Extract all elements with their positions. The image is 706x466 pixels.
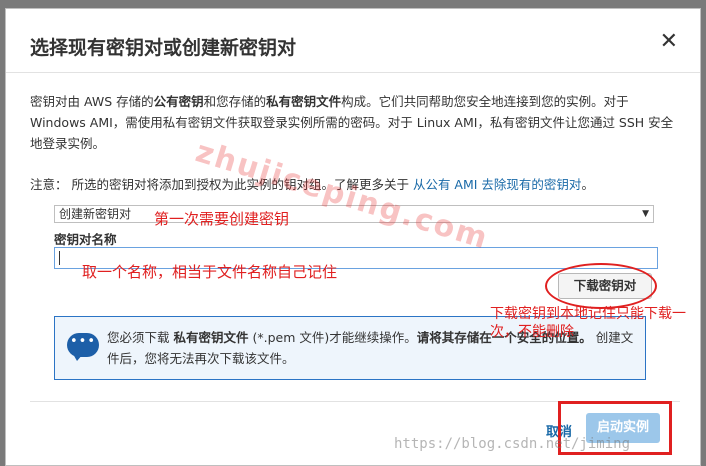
dialog-title: 选择现有密钥对或创建新密钥对 (30, 37, 297, 59)
intro-paragraph: 密钥对由 AWS 存储的公有密钥和您存储的私有密钥文件构成。它们共同帮助您安全地… (30, 91, 680, 154)
dialog-header: 选择现有密钥对或创建新密钥对 ✕ (6, 9, 700, 73)
close-icon[interactable]: ✕ (660, 31, 678, 53)
intro-bold-public-key: 公有密钥 (153, 94, 204, 109)
intro-text-1: 密钥对由 AWS 存储的 (30, 94, 154, 109)
remove-key-pair-link[interactable]: 从公有 AMI 去除现有的密钥对 (413, 177, 581, 192)
info-bold-private-key: 私有密钥文件 (173, 330, 249, 345)
annotation-select: 第一次需要创建密钥 (154, 210, 290, 228)
dropdown-arrow-icon: ▼ (642, 209, 649, 219)
annotation-name: 取一个名称，相当于文件名称自己记住 (82, 263, 338, 281)
download-highlight-circle (545, 263, 657, 309)
text-caret (59, 251, 60, 265)
chat-bubble-icon: ••• (67, 333, 99, 357)
key-pair-name-label: 密钥对名称 (54, 232, 117, 247)
key-pair-dialog: 选择现有密钥对或创建新密钥对 ✕ 密钥对由 AWS 存储的公有密钥和您存储的私有… (5, 8, 701, 466)
info-text-1: 您必须下载 (107, 330, 174, 345)
info-text-2: (*.pem 文件)才能继续操作。 (248, 330, 417, 345)
annotation-download: 下载密钥到本地记住只能下载一次，不能删除 (490, 306, 686, 340)
note-end: 。 (581, 177, 594, 192)
intro-text-2: 和您存储的 (203, 94, 267, 109)
blog-watermark: https://blog.csdn.net/jiming (394, 436, 631, 452)
chat-bubble-tail (73, 354, 83, 361)
select-value: 创建新密钥对 (59, 207, 132, 221)
intro-bold-private-key: 私有密钥文件 (266, 94, 342, 109)
